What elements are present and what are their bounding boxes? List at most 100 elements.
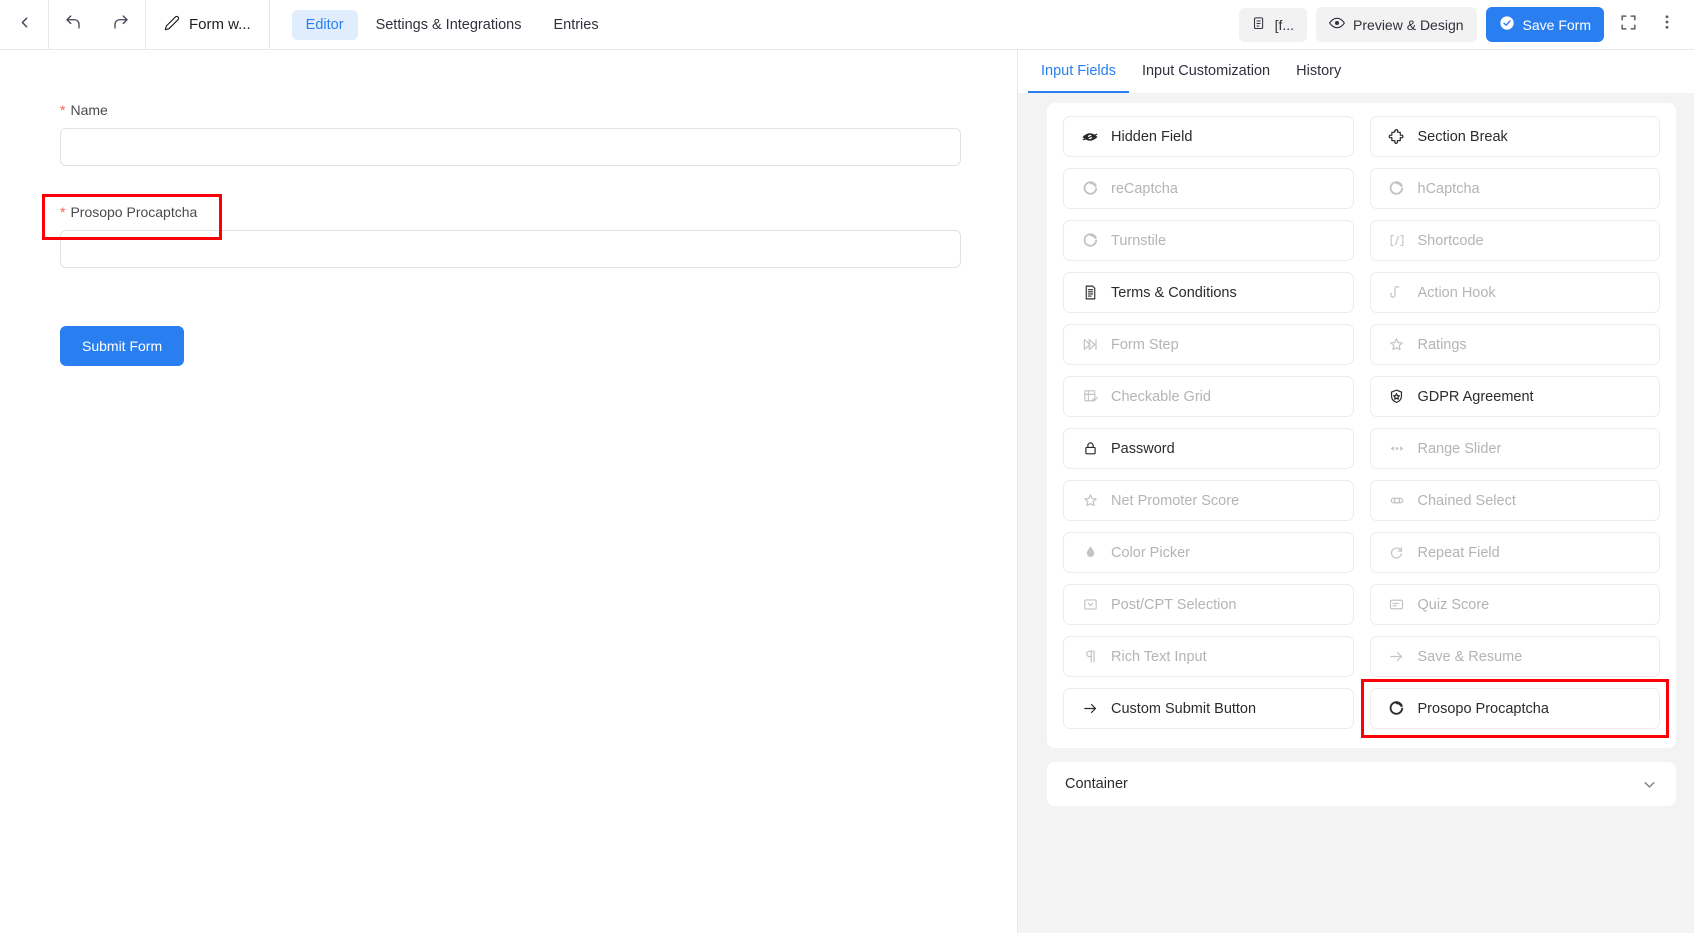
field-item-cell: reCaptcha: [1063, 168, 1354, 209]
redo-button[interactable]: [97, 0, 145, 50]
field-item-cell: Post/CPT Selection: [1063, 584, 1354, 625]
field-item-label: Checkable Grid: [1111, 389, 1211, 405]
field-item-rich-text-input[interactable]: Rich Text Input: [1063, 636, 1354, 677]
shortcode-button[interactable]: [f...: [1239, 8, 1307, 42]
more-options-button[interactable]: [1652, 10, 1682, 40]
chevron-down-icon: [1641, 776, 1658, 793]
prosopo-procaptcha-input[interactable]: [60, 230, 961, 268]
field-item-turnstile[interactable]: Turnstile: [1063, 220, 1354, 261]
range-slider-icon: [1388, 440, 1406, 458]
tab-settings-integrations[interactable]: Settings & Integrations: [362, 10, 536, 40]
more-vertical-icon: [1658, 13, 1676, 36]
star-icon: [1081, 492, 1099, 510]
fullscreen-icon: [1619, 13, 1638, 37]
pencil-icon: [164, 15, 180, 35]
field-item-prosopo-procaptcha[interactable]: Prosopo Procaptcha: [1370, 688, 1661, 729]
field-item-cell: Shortcode: [1370, 220, 1661, 261]
name-input[interactable]: [60, 128, 961, 166]
skip-forward-icon: [1081, 336, 1099, 354]
field-item-label: Terms & Conditions: [1111, 285, 1237, 301]
eye-icon: [1329, 15, 1345, 34]
field-item-quiz-score[interactable]: Quiz Score: [1370, 584, 1661, 625]
field-item-range-slider[interactable]: Range Slider: [1370, 428, 1661, 469]
editor-tabs: Editor Settings & Integrations Entries: [270, 10, 613, 40]
panel-tab-input-fields[interactable]: Input Fields: [1028, 50, 1129, 93]
undo-button[interactable]: [49, 0, 97, 50]
lock-icon: [1081, 440, 1099, 458]
hook-icon: [1388, 284, 1406, 302]
undo-icon: [64, 13, 82, 36]
field-item-label: GDPR Agreement: [1418, 389, 1534, 405]
preview-design-button[interactable]: Preview & Design: [1316, 7, 1477, 42]
field-item-cell: Hidden Field: [1063, 116, 1354, 157]
form-preview: * Name * Prosopo Procaptcha Submit Form: [0, 50, 960, 366]
field-item-cell: Repeat Field: [1370, 532, 1661, 573]
tab-editor[interactable]: Editor: [292, 10, 358, 40]
eye-off-icon: [1081, 128, 1099, 146]
field-item-ratings[interactable]: Ratings: [1370, 324, 1661, 365]
field-item-hidden-field[interactable]: Hidden Field: [1063, 116, 1354, 157]
document-icon: [1081, 284, 1099, 302]
field-item-net-promoter-score[interactable]: Net Promoter Score: [1063, 480, 1354, 521]
field-item-hcaptcha[interactable]: hCaptcha: [1370, 168, 1661, 209]
field-item-checkable-grid[interactable]: Checkable Grid: [1063, 376, 1354, 417]
form-field-prosopo-procaptcha: * Prosopo Procaptcha: [60, 204, 924, 268]
back-button[interactable]: [0, 0, 48, 50]
captcha-icon: [1388, 180, 1406, 198]
captcha-icon: [1388, 700, 1406, 718]
field-item-cell: Quiz Score: [1370, 584, 1661, 625]
field-item-cell: Ratings: [1370, 324, 1661, 365]
panel-tab-input-customization[interactable]: Input Customization: [1129, 50, 1283, 93]
field-item-label: Password: [1111, 441, 1175, 457]
save-form-button[interactable]: Save Form: [1486, 7, 1604, 42]
redo-icon: [112, 13, 130, 36]
form-canvas: * Name * Prosopo Procaptcha Submit Form: [0, 50, 1018, 933]
select-box-icon: [1081, 596, 1099, 614]
field-item-gdpr-agreement[interactable]: GDPR Agreement: [1370, 376, 1661, 417]
field-item-cell: Range Slider: [1370, 428, 1661, 469]
field-item-cell: Form Step: [1063, 324, 1354, 365]
field-item-color-picker[interactable]: Color Picker: [1063, 532, 1354, 573]
fields-panel: Input Fields Input Customization History…: [1018, 50, 1694, 933]
field-item-action-hook[interactable]: Action Hook: [1370, 272, 1661, 313]
form-name-label: Form w...: [189, 16, 251, 33]
field-item-save-resume[interactable]: Save & Resume: [1370, 636, 1661, 677]
submit-form-button[interactable]: Submit Form: [60, 326, 184, 366]
field-item-password[interactable]: Password: [1063, 428, 1354, 469]
field-item-label: Action Hook: [1418, 285, 1496, 301]
panel-tab-history[interactable]: History: [1283, 50, 1354, 93]
star-icon: [1388, 336, 1406, 354]
tab-entries[interactable]: Entries: [539, 10, 612, 40]
fullscreen-button[interactable]: [1613, 10, 1643, 40]
field-item-cell: Custom Submit Button: [1063, 688, 1354, 729]
field-item-shortcode[interactable]: Shortcode: [1370, 220, 1661, 261]
required-asterisk: *: [60, 205, 65, 219]
field-item-label: Chained Select: [1418, 493, 1516, 509]
form-name-button[interactable]: Form w...: [146, 0, 269, 50]
field-item-terms-conditions[interactable]: Terms & Conditions: [1063, 272, 1354, 313]
field-item-post-cpt-selection[interactable]: Post/CPT Selection: [1063, 584, 1354, 625]
field-item-label: Repeat Field: [1418, 545, 1500, 561]
panel-bottom-spacer: [1018, 818, 1694, 824]
panel-scroll-area[interactable]: Hidden Field Section Break reCaptcha hCaptc…: [1018, 93, 1694, 933]
field-item-cell: Chained Select: [1370, 480, 1661, 521]
chevron-left-icon: [16, 14, 33, 36]
container-accordion[interactable]: Container: [1047, 762, 1676, 806]
field-item-label: Prosopo Procaptcha: [1418, 701, 1549, 717]
field-item-label: Custom Submit Button: [1111, 701, 1256, 717]
field-item-recaptcha[interactable]: reCaptcha: [1063, 168, 1354, 209]
toolbar-actions: [f... Preview & Design Save Form: [1239, 7, 1694, 42]
field-item-chained-select[interactable]: Chained Select: [1370, 480, 1661, 521]
field-item-section-break[interactable]: Section Break: [1370, 116, 1661, 157]
field-item-label: Section Break: [1418, 129, 1508, 145]
field-item-cell: Rich Text Input: [1063, 636, 1354, 677]
shield-check-icon: [1388, 388, 1406, 406]
field-item-cell: Net Promoter Score: [1063, 480, 1354, 521]
field-item-form-step[interactable]: Form Step: [1063, 324, 1354, 365]
panel-tabs: Input Fields Input Customization History: [1018, 50, 1694, 93]
arrow-right-icon: [1081, 700, 1099, 718]
field-item-label: Hidden Field: [1111, 129, 1192, 145]
field-item-repeat-field[interactable]: Repeat Field: [1370, 532, 1661, 573]
field-item-custom-submit-button[interactable]: Custom Submit Button: [1063, 688, 1354, 729]
captcha-icon: [1081, 180, 1099, 198]
